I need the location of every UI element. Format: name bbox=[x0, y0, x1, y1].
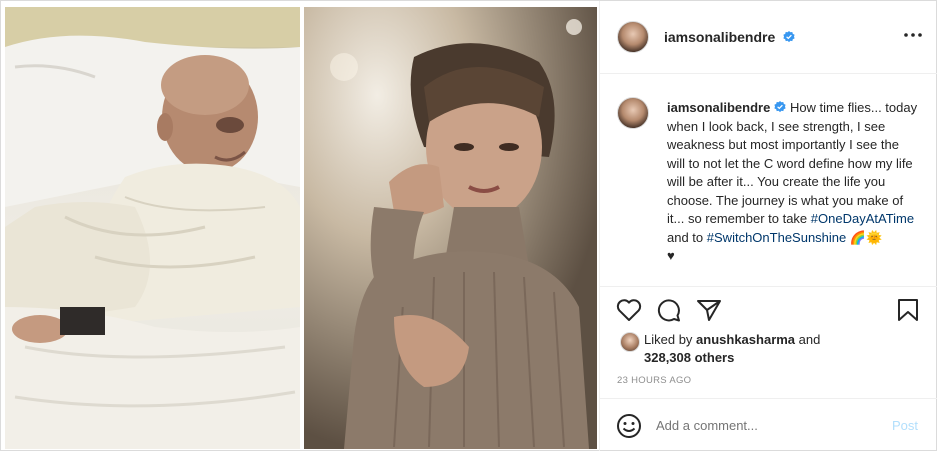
caption-text: How time flies... today when I look back… bbox=[667, 100, 918, 226]
author-username[interactable]: iamsonalibendre bbox=[664, 29, 795, 45]
save-bookmark-icon[interactable] bbox=[897, 298, 919, 322]
hashtag-one-day[interactable]: #OneDayAtATime bbox=[811, 211, 914, 226]
comment-icon[interactable] bbox=[656, 298, 682, 322]
caption-and-to: and to bbox=[667, 229, 704, 245]
liked-by-line: Liked by anushkasharma and bbox=[644, 332, 820, 347]
caption-username[interactable]: iamsonalibendre bbox=[667, 100, 770, 115]
like-heart-icon[interactable] bbox=[616, 298, 642, 322]
comment-bar: Post bbox=[600, 398, 937, 451]
post-media[interactable] bbox=[3, 7, 599, 449]
photo-portrait-drawing bbox=[304, 7, 597, 449]
photo-portrait bbox=[304, 7, 597, 449]
caption-emoji: 🌈🌞 bbox=[849, 229, 883, 245]
hashtag-switch-on[interactable]: #SwitchOnTheSunshine bbox=[707, 230, 846, 245]
action-bar bbox=[600, 286, 937, 336]
liked-by-user[interactable]: anushkasharma bbox=[696, 332, 795, 347]
author-username-text[interactable]: iamsonalibendre bbox=[664, 29, 775, 45]
verified-badge-icon bbox=[783, 31, 795, 43]
post-timestamp[interactable]: 23 HOURS AGO bbox=[617, 375, 691, 386]
comment-input[interactable] bbox=[656, 418, 876, 433]
caption-heart: ♥ bbox=[667, 248, 675, 263]
photo-hospital bbox=[5, 7, 300, 449]
post-caption: iamsonalibendre How time flies... today … bbox=[667, 99, 919, 266]
photo-hospital-drawing bbox=[5, 7, 300, 449]
others-count[interactable]: 328,308 others bbox=[644, 350, 734, 365]
post-container: iamsonalibendre iamsonalibendre How time… bbox=[0, 0, 937, 451]
more-options-icon[interactable] bbox=[903, 31, 923, 39]
author-avatar[interactable] bbox=[617, 21, 649, 53]
liker-avatar[interactable] bbox=[620, 332, 640, 352]
liked-by-and: and bbox=[798, 332, 821, 347]
emoji-icon[interactable] bbox=[616, 413, 642, 439]
liked-by-prefix: Liked by bbox=[644, 332, 693, 347]
caption-author-avatar[interactable] bbox=[617, 97, 649, 129]
post-side-panel: iamsonalibendre iamsonalibendre How time… bbox=[599, 1, 937, 451]
post-comment-button[interactable]: Post bbox=[892, 418, 918, 433]
share-icon[interactable] bbox=[696, 298, 722, 322]
caption-verified-badge-icon bbox=[774, 101, 786, 113]
post-header: iamsonalibendre bbox=[600, 1, 937, 74]
